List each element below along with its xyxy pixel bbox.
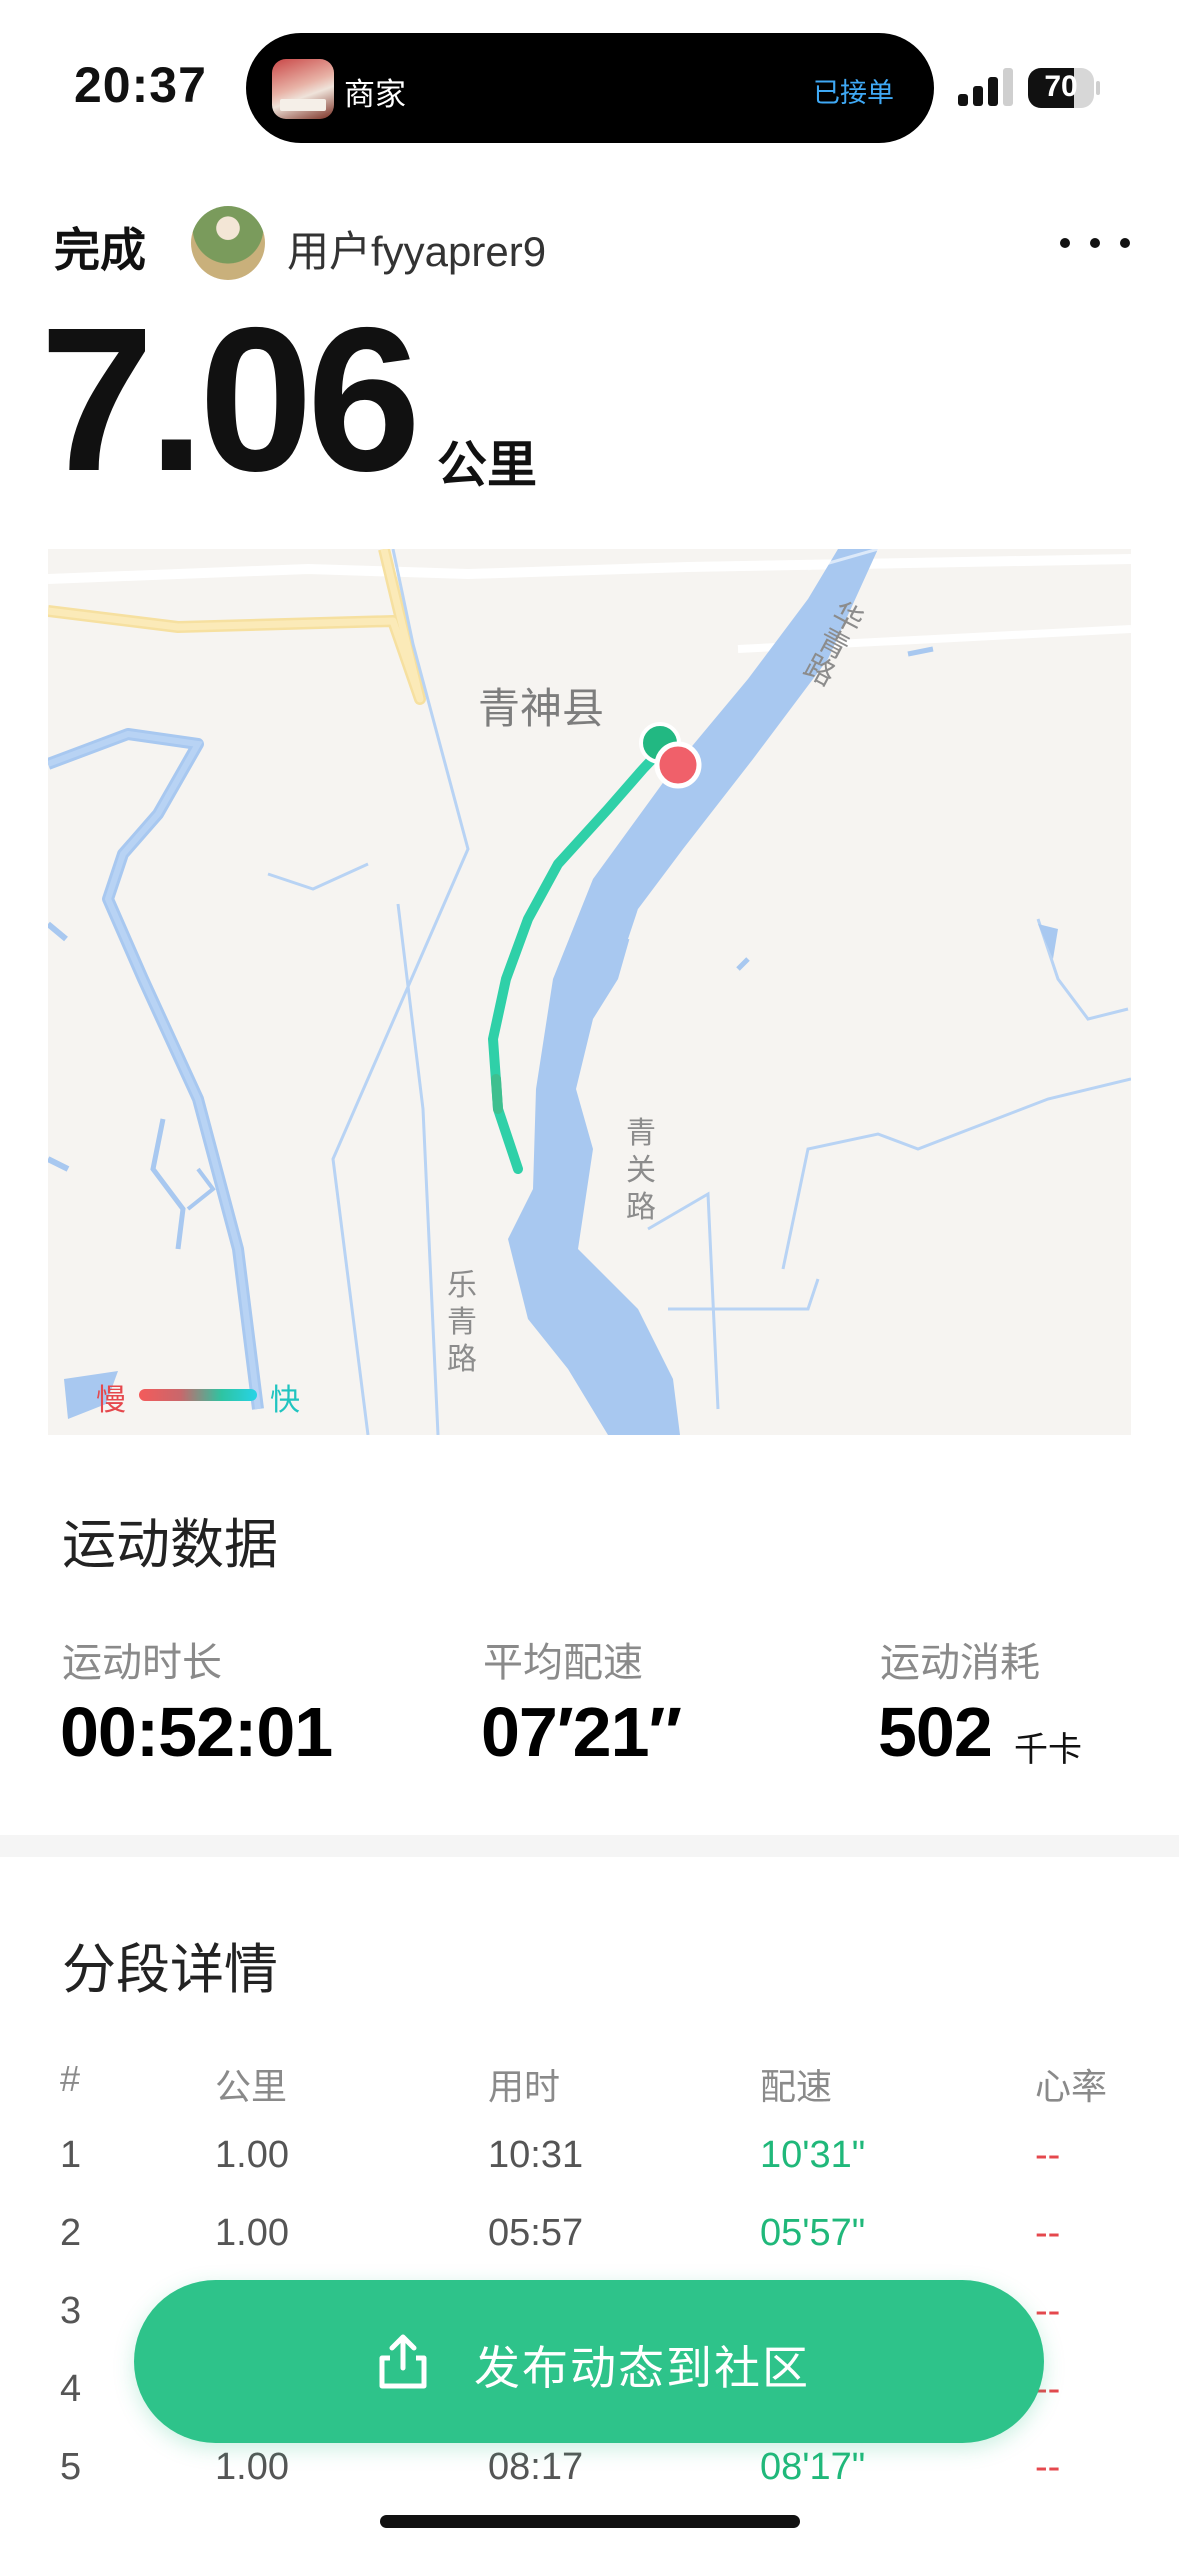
stats-section-title: 运动数据 xyxy=(62,1515,278,1575)
split-index: 3 xyxy=(60,2290,82,2332)
splits-section-title: 分段详情 xyxy=(62,1940,278,2000)
split-heartrate: -- xyxy=(1035,2446,1061,2488)
distance-unit: 公里 xyxy=(437,437,537,493)
splits-header-time: 用时 xyxy=(488,2066,561,2107)
home-indicator[interactable] xyxy=(380,2515,800,2528)
split-index: 1 xyxy=(60,2134,82,2176)
more-dots-icon xyxy=(1060,238,1070,248)
split-km: 1.00 xyxy=(215,2446,289,2488)
stat-pace-value: 07′21″ xyxy=(481,1693,682,1771)
publish-to-community-button[interactable]: 发布动态到社区 xyxy=(134,2280,1044,2443)
island-order-status: 已接单 xyxy=(813,78,894,108)
publish-label: 发布动态到社区 xyxy=(474,2342,810,2394)
stat-duration-label: 运动时长 xyxy=(62,1641,222,1685)
stat-duration-value: 00:52:01 xyxy=(60,1693,333,1771)
splits-header-km: 公里 xyxy=(215,2066,288,2107)
route-map[interactable]: 青神县 华青路 青关路 乐青路 慢 快 xyxy=(48,549,1131,1435)
done-label: 完成 xyxy=(54,224,146,276)
split-km: 1.00 xyxy=(215,2134,289,2176)
stat-calories-value: 502 xyxy=(878,1693,993,1771)
split-pace: 10'31" xyxy=(760,2134,866,2176)
battery-icon: 70 xyxy=(1028,68,1100,108)
legend-slow-label: 慢 xyxy=(96,1384,126,1417)
splits-header-heartrate: 心率 xyxy=(1035,2066,1108,2107)
split-index: 5 xyxy=(60,2446,82,2488)
more-button[interactable] xyxy=(1060,218,1130,268)
split-pace: 05'57" xyxy=(760,2212,866,2254)
split-pace: 08'17" xyxy=(760,2446,866,2488)
stat-calories-label: 运动消耗 xyxy=(880,1641,1040,1685)
map-road-label-leqing: 乐青路 xyxy=(447,1269,477,1376)
dynamic-island[interactable]: 商家 已接单 xyxy=(246,33,934,143)
table-row: 1 1.00 10:31 10'31" -- xyxy=(0,2134,1179,2212)
battery-percent: 70 xyxy=(1044,70,1078,103)
split-index: 2 xyxy=(60,2212,82,2254)
table-row: 2 1.00 05:57 05'57" -- xyxy=(0,2212,1179,2290)
map-county-label: 青神县 xyxy=(478,685,605,732)
status-time: 20:37 xyxy=(74,57,207,113)
island-title: 商家 xyxy=(344,77,406,112)
splits-header-index: # xyxy=(60,2058,81,2099)
username[interactable]: 用户fyyaprer9 xyxy=(287,218,546,279)
map-road-label-qingguan: 青关路 xyxy=(626,1117,656,1224)
stat-pace-label: 平均配速 xyxy=(483,1641,643,1685)
split-time: 05:57 xyxy=(488,2212,584,2254)
split-heartrate: -- xyxy=(1035,2212,1061,2254)
split-time: 10:31 xyxy=(488,2134,584,2176)
section-divider xyxy=(0,1835,1179,1857)
split-index: 4 xyxy=(60,2368,82,2410)
share-icon xyxy=(379,2334,427,2389)
split-time: 08:17 xyxy=(488,2446,584,2488)
split-heartrate: -- xyxy=(1035,2290,1061,2332)
distance-value: 7.06 xyxy=(40,285,421,514)
end-marker xyxy=(654,741,702,789)
table-row: 5 1.00 08:17 08'17" -- xyxy=(0,2446,1179,2524)
split-km: 1.00 xyxy=(215,2212,289,2254)
speed-legend-bar xyxy=(139,1389,257,1401)
cellular-signal-icon xyxy=(958,66,1014,106)
merchant-thumbnail xyxy=(272,59,334,119)
stat-calories-unit: 千卡 xyxy=(1014,1731,1082,1769)
legend-fast-label: 快 xyxy=(270,1384,300,1417)
splits-header-pace: 配速 xyxy=(760,2066,833,2107)
split-heartrate: -- xyxy=(1035,2134,1061,2176)
user-avatar[interactable] xyxy=(191,206,265,280)
